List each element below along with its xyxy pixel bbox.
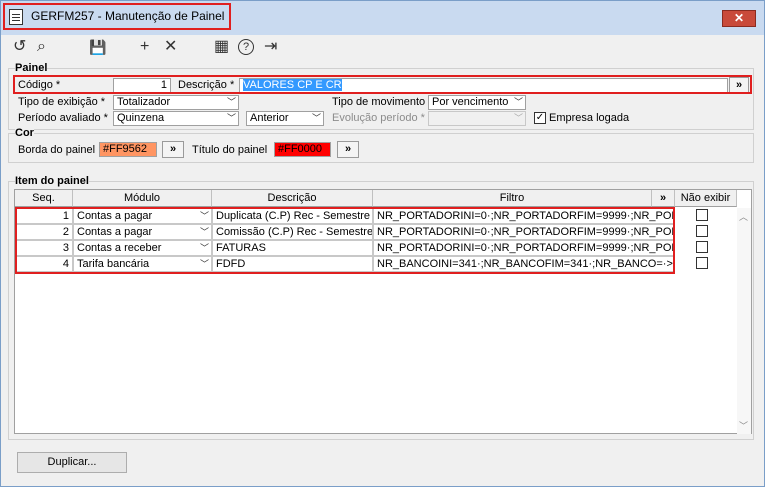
chevron-down-icon: ﹀ bbox=[199, 243, 209, 253]
row-modulo-value: Contas a pagar bbox=[77, 210, 153, 222]
chevron-down-icon: ﹀ bbox=[311, 113, 321, 123]
row-modulo[interactable]: Contas a pagar ﹀ bbox=[73, 208, 212, 224]
itens-group-title: Item do painel bbox=[15, 175, 89, 187]
evolucao-label: Evolução período * bbox=[332, 112, 425, 124]
scroll-down-icon[interactable]: ﹀ bbox=[739, 419, 748, 432]
add-icon[interactable]: + bbox=[140, 37, 149, 57]
chevron-down-icon: ﹀ bbox=[199, 259, 209, 269]
tipo-exibicao-value: Totalizador bbox=[117, 96, 171, 108]
periodo-rel-select[interactable]: Anterior ﹀ bbox=[246, 111, 324, 126]
row-modulo-value: Contas a pagar bbox=[77, 226, 153, 238]
col-filtro-header[interactable]: Filtro bbox=[373, 190, 652, 207]
borda-picker-button[interactable]: » bbox=[162, 141, 184, 158]
undo-icon[interactable]: ↺ bbox=[13, 37, 26, 57]
tipo-exibicao-label: Tipo de exibição * bbox=[18, 96, 106, 108]
vertical-scrollbar[interactable]: ︿ ﹀ bbox=[737, 208, 751, 434]
periodo-label: Período avaliado * bbox=[18, 112, 108, 124]
chevron-down-icon: ﹀ bbox=[199, 227, 209, 237]
row-modulo-value: Contas a receber bbox=[77, 242, 162, 254]
row-seq[interactable]: 2 bbox=[16, 224, 73, 240]
evolucao-select: ﹀ bbox=[428, 111, 526, 126]
itens-grid: Seq. Módulo Descrição Filtro » Não exibi… bbox=[14, 189, 752, 434]
borda-label: Borda do painel bbox=[18, 144, 96, 156]
descricao-selected-text: VALORES CP E CR bbox=[243, 79, 342, 91]
delete-icon[interactable]: ✕ bbox=[164, 37, 177, 57]
chevron-down-icon: ﹀ bbox=[226, 97, 236, 107]
help-icon[interactable]: ? bbox=[238, 39, 254, 55]
row-filtro[interactable]: NR_PORTADORINI=0·;NR_PORTADORFIM=9999·;N… bbox=[373, 224, 675, 240]
col-seq-header[interactable]: Seq. bbox=[15, 190, 73, 207]
codigo-field[interactable]: 1 bbox=[113, 78, 171, 93]
empresa-label: Empresa logada bbox=[549, 112, 630, 124]
titulo-color-field[interactable]: #FF0000 bbox=[274, 142, 331, 157]
col-descricao-header[interactable]: Descrição bbox=[212, 190, 373, 207]
painel-group-title: Painel bbox=[15, 62, 48, 74]
close-button[interactable]: ✕ bbox=[722, 10, 756, 27]
periodo-rel-value: Anterior bbox=[250, 112, 289, 124]
descricao-label: Descrição * bbox=[178, 79, 235, 91]
cor-group-title: Cor bbox=[15, 127, 34, 139]
row-filtro[interactable]: NR_PORTADORINI=0·;NR_PORTADORFIM=9999·;N… bbox=[373, 240, 675, 256]
row-modulo[interactable]: Contas a pagar ﹀ bbox=[73, 224, 212, 240]
titulo-label: Título do painel bbox=[192, 144, 268, 156]
title-highlight bbox=[3, 3, 231, 30]
periodo-value: Quinzena bbox=[117, 112, 165, 124]
toolbar: ↺ ⌕ 💾 + ✕ ▦ ? ⇥ bbox=[1, 35, 764, 61]
periodo-select[interactable]: Quinzena ﹀ bbox=[113, 111, 239, 126]
row-nao-exibir-checkbox[interactable] bbox=[696, 257, 708, 269]
row-filtro[interactable]: NR_PORTADORINI=0·;NR_PORTADORFIM=9999·;N… bbox=[373, 208, 675, 224]
filtro-expand-button[interactable]: » bbox=[652, 190, 675, 207]
row-descricao[interactable]: Duplicata (C.P) Rec - Semestre A bbox=[212, 208, 373, 224]
chevron-down-icon: ﹀ bbox=[199, 211, 209, 221]
empresa-checkbox[interactable]: ✓ bbox=[534, 112, 546, 124]
row-seq[interactable]: 1 bbox=[16, 208, 73, 224]
descricao-field[interactable]: VALORES CP E CR bbox=[239, 78, 728, 93]
tipo-movimento-label: Tipo de movimento bbox=[332, 96, 426, 108]
title-bar: GERFM257 - Manutenção de Painel ✕ bbox=[1, 1, 764, 35]
row-seq[interactable]: 4 bbox=[16, 256, 73, 272]
tipo-movimento-select[interactable]: Por vencimento ﹀ bbox=[428, 95, 526, 110]
tipo-movimento-value: Por vencimento bbox=[432, 96, 509, 108]
chevron-down-icon: ﹀ bbox=[513, 97, 523, 107]
row-modulo[interactable]: Contas a receber ﹀ bbox=[73, 240, 212, 256]
codigo-label: Código * bbox=[18, 79, 61, 91]
row-modulo-value: Tarifa bancária bbox=[77, 258, 150, 270]
chevron-down-icon: ﹀ bbox=[226, 113, 236, 123]
save-icon[interactable]: 💾 bbox=[89, 37, 106, 57]
chevron-down-icon: ﹀ bbox=[513, 113, 523, 123]
row-descricao[interactable]: FATURAS bbox=[212, 240, 373, 256]
row-nao-exibir-checkbox[interactable] bbox=[696, 225, 708, 237]
duplicar-button[interactable]: Duplicar... bbox=[17, 452, 127, 473]
row-descricao[interactable]: Comissão (C.P) Rec - Semestre A bbox=[212, 224, 373, 240]
row-nao-exibir-checkbox[interactable] bbox=[696, 209, 708, 221]
borda-color-field[interactable]: #FF9562 bbox=[99, 142, 157, 157]
row-filtro[interactable]: NR_BANCOINI=341·;NR_BANCOFIM=341·;NR_BAN… bbox=[373, 256, 675, 272]
row-modulo[interactable]: Tarifa bancária ﹀ bbox=[73, 256, 212, 272]
tipo-exibicao-select[interactable]: Totalizador ﹀ bbox=[113, 95, 239, 110]
row-descricao[interactable]: FDFD bbox=[212, 256, 373, 272]
col-modulo-header[interactable]: Módulo bbox=[73, 190, 212, 207]
col-nao-exibir-header[interactable]: Não exibir bbox=[675, 190, 737, 207]
titulo-picker-button[interactable]: » bbox=[337, 141, 359, 158]
scroll-up-icon[interactable]: ︿ bbox=[739, 210, 748, 223]
exit-icon[interactable]: ⇥ bbox=[264, 37, 277, 57]
row-nao-exibir-checkbox[interactable] bbox=[696, 241, 708, 253]
search-icon[interactable]: ⌕ bbox=[37, 37, 46, 57]
descricao-expand-button[interactable]: » bbox=[729, 77, 749, 94]
calendar-icon[interactable]: ▦ bbox=[214, 37, 229, 57]
row-seq[interactable]: 3 bbox=[16, 240, 73, 256]
window: GERFM257 - Manutenção de Painel ✕ ↺ ⌕ 💾 … bbox=[0, 0, 765, 487]
